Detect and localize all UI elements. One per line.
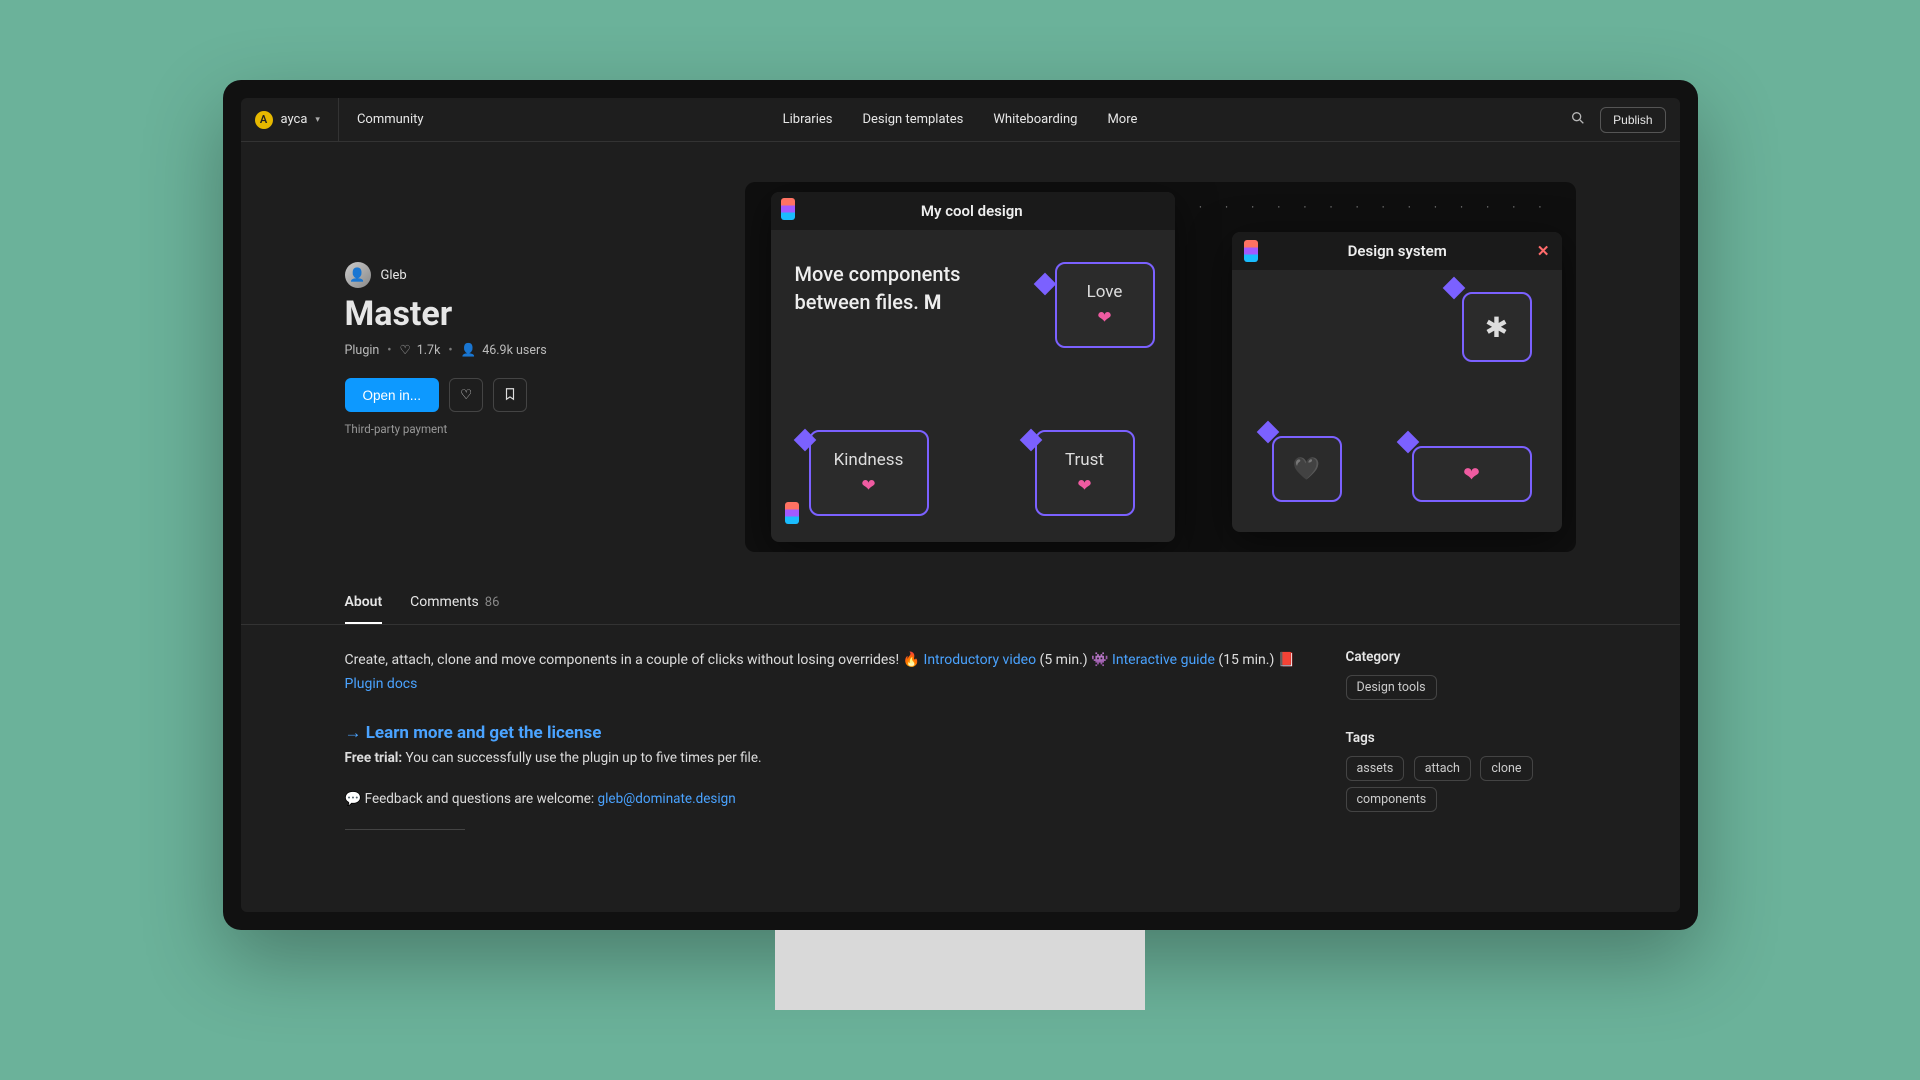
hero-info: 👤 Gleb Master Plugin ♡ 1.7k 👤 46.9k user…	[345, 182, 705, 552]
diamond-icon	[793, 429, 816, 452]
likes-count: 1.7k	[417, 343, 441, 358]
banner-window-1-title: My cool design	[805, 202, 1138, 220]
figma-logo-icon	[781, 198, 795, 220]
heart-icon: ❤	[861, 476, 875, 496]
nav-right: Publish	[1570, 107, 1665, 133]
heart-icon: ❤	[1097, 308, 1111, 328]
link-interactive-guide[interactable]: Interactive guide	[1112, 652, 1215, 668]
author-row[interactable]: 👤 Gleb	[345, 262, 705, 288]
banner-window-2: Design system ✕ ✱ 🖤 ❤	[1232, 232, 1562, 532]
chip-tag[interactable]: assets	[1346, 756, 1405, 781]
heart-icon: ♡	[400, 342, 411, 358]
free-trial-label: Free trial:	[345, 750, 403, 766]
figma-logo-icon	[1244, 240, 1258, 262]
link-plugin-docs[interactable]: Plugin docs	[345, 676, 418, 692]
comments-count: 86	[485, 595, 500, 610]
tab-about[interactable]: About	[345, 582, 383, 624]
nav-center: Libraries Design templates Whiteboarding…	[783, 112, 1138, 127]
publish-button[interactable]: Publish	[1600, 107, 1665, 133]
tags-heading: Tags	[1346, 730, 1576, 746]
user-name: ayca	[281, 112, 308, 127]
nav-libraries[interactable]: Libraries	[783, 112, 833, 127]
diamond-icon	[1033, 273, 1056, 296]
free-trial-text: You can successfully use the plugin up t…	[406, 750, 762, 766]
open-in-button[interactable]: Open in...	[345, 378, 440, 412]
banner-node-heart-pink: ❤	[1412, 446, 1532, 502]
chip-tag[interactable]: attach	[1414, 756, 1471, 781]
nav-community[interactable]: Community	[357, 112, 424, 127]
chevron-down-icon: ▾	[315, 115, 320, 125]
nav-design-templates[interactable]: Design templates	[862, 112, 963, 127]
page-title: Master	[345, 294, 705, 334]
diamond-icon	[1442, 277, 1465, 300]
payment-notice: Third-party payment	[345, 422, 705, 436]
feedback-label: 💬 Feedback and questions are welcome:	[345, 791, 598, 807]
banner-node-trust: Trust❤	[1035, 430, 1135, 516]
diamond-icon	[1019, 429, 1042, 452]
desc-text: (15 min.) 📕	[1218, 652, 1295, 668]
banner-window-1: ✕ My cool design Move components between…	[771, 192, 1175, 542]
meta-row: Plugin ♡ 1.7k 👤 46.9k users	[345, 342, 705, 358]
like-button[interactable]: ♡	[449, 378, 483, 412]
chip-category[interactable]: Design tools	[1346, 675, 1437, 700]
figma-logo-icon	[785, 502, 799, 524]
author-avatar-icon: 👤	[345, 262, 371, 288]
divider	[345, 829, 465, 830]
diamond-icon	[1396, 431, 1419, 454]
desc-text: Create, attach, clone and move component…	[345, 652, 924, 668]
tags-block: Tags assets attach clone components	[1346, 730, 1576, 818]
bookmark-icon	[503, 386, 517, 405]
link-intro-video[interactable]: Introductory video	[924, 652, 1037, 668]
sidebar: Category Design tools Tags assets attach…	[1346, 649, 1576, 842]
author-name: Gleb	[381, 268, 407, 283]
users-count: 46.9k users	[482, 343, 546, 358]
asterisk-icon: ✱	[1485, 311, 1508, 344]
tab-comments[interactable]: Comments 86	[410, 582, 499, 624]
nav-more[interactable]: More	[1107, 112, 1137, 127]
user-avatar-icon: A	[255, 111, 273, 129]
category-heading: Category	[1346, 649, 1576, 665]
heart-icon: ❤	[1463, 462, 1480, 486]
banner-node-heart-dark: 🖤	[1272, 436, 1342, 502]
heart-icon: 🖤	[1293, 457, 1320, 482]
monitor-frame: A ayca ▾ Community Libraries Design temp…	[223, 80, 1698, 930]
ruler-dots: · · · · · · · · · · · · · ·	[1199, 200, 1552, 214]
hero-banner: · · · · · · · · · · · · · · ✕ My cool de…	[745, 182, 1576, 552]
banner-node-kindness: Kindness❤	[809, 430, 929, 516]
link-learn-more[interactable]: → Learn more and get the license	[345, 719, 1306, 748]
chip-tag[interactable]: clone	[1480, 756, 1532, 781]
diamond-icon	[1256, 421, 1279, 444]
topbar: A ayca ▾ Community Libraries Design temp…	[241, 98, 1680, 142]
chip-tag[interactable]: components	[1346, 787, 1438, 812]
desc-text: (5 min.) 👾	[1040, 652, 1113, 668]
action-row: Open in... ♡	[345, 378, 705, 412]
close-icon: ✕	[1537, 242, 1550, 260]
banner-desc-text: Move components between files. M	[795, 260, 1015, 316]
banner-window-2-title: Design system	[1268, 242, 1527, 260]
bookmark-button[interactable]	[493, 378, 527, 412]
banner-node-star: ✱	[1462, 292, 1532, 362]
app-window: A ayca ▾ Community Libraries Design temp…	[241, 98, 1680, 912]
description: Create, attach, clone and move component…	[345, 649, 1306, 842]
heart-icon: ❤	[1077, 476, 1091, 496]
separator-dot	[446, 343, 454, 358]
nav-whiteboarding[interactable]: Whiteboarding	[993, 112, 1077, 127]
resource-type: Plugin	[345, 343, 380, 358]
content-area: Create, attach, clone and move component…	[241, 625, 1680, 842]
user-icon: 👤	[461, 343, 477, 358]
category-block: Category Design tools	[1346, 649, 1576, 706]
link-feedback-email[interactable]: gleb@dominate.design	[598, 791, 736, 807]
arrow-icon: →	[345, 723, 366, 743]
user-menu[interactable]: A ayca ▾	[255, 98, 339, 141]
banner-node-love: Love❤	[1055, 262, 1155, 348]
heart-icon: ♡	[460, 387, 472, 403]
search-icon[interactable]	[1570, 110, 1586, 130]
tabs-row: About Comments 86	[241, 582, 1680, 625]
hero-section: 👤 Gleb Master Plugin ♡ 1.7k 👤 46.9k user…	[241, 142, 1680, 582]
monitor-stand	[775, 930, 1145, 1010]
separator-dot	[385, 343, 393, 358]
